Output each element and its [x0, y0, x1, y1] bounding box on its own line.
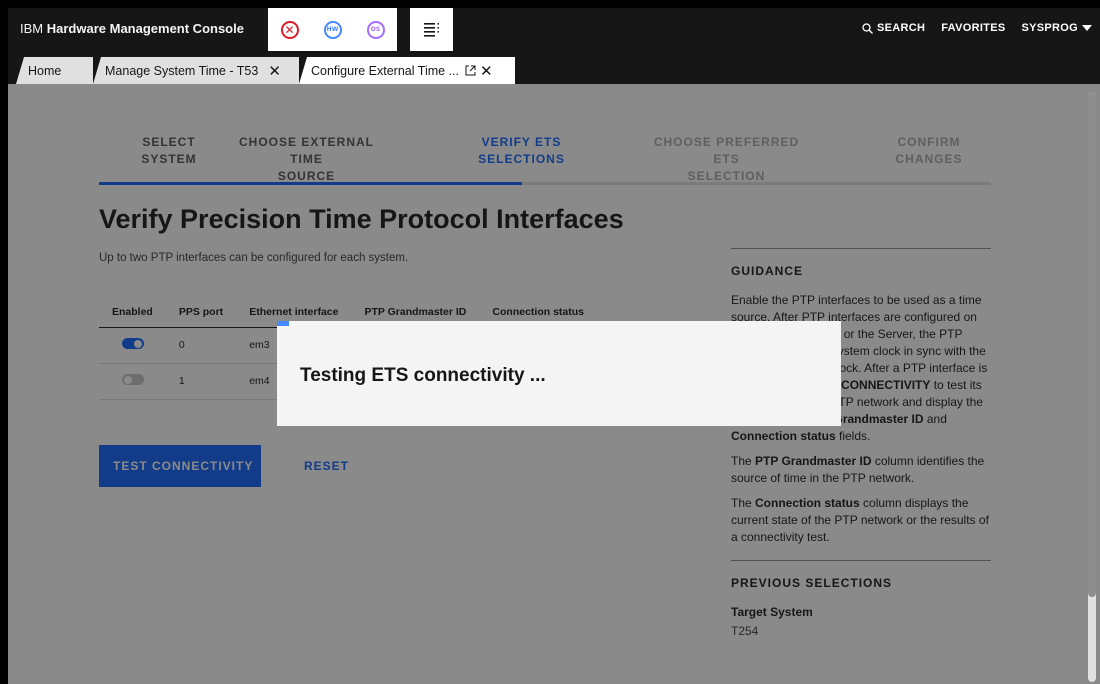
- search-link[interactable]: SEARCH: [862, 22, 925, 34]
- app-brand: IBM Hardware Management Console: [20, 21, 244, 36]
- close-circle-icon: ✕: [280, 20, 299, 39]
- close-icon[interactable]: ✕: [268, 62, 281, 80]
- user-menu[interactable]: SYSPROG: [1021, 22, 1092, 34]
- top-bar: IBM Hardware Management Console ✕ HW OS …: [8, 8, 1100, 51]
- os-icon: OS: [366, 20, 385, 39]
- os-button[interactable]: OS: [354, 8, 397, 51]
- tab-home[interactable]: Home: [16, 57, 93, 84]
- hardware-button[interactable]: HW: [311, 8, 354, 51]
- loading-modal: Testing ETS connectivity ...: [277, 321, 841, 426]
- close-icon[interactable]: ✕: [480, 62, 493, 80]
- loading-message: Testing ETS connectivity ...: [300, 365, 546, 386]
- hardware-icon: HW: [323, 20, 342, 39]
- main-content: SELECTSYSTEM CHOOSE EXTERNAL TIMESOURCE …: [8, 84, 1100, 684]
- tab-bar: Home Manage System Time - T53 ✕ Configur…: [8, 51, 1100, 84]
- brand-name: Hardware Management Console: [46, 21, 244, 36]
- search-icon: [862, 22, 873, 34]
- close-task-button[interactable]: ✕: [268, 8, 311, 51]
- favorites-link[interactable]: FAVORITES: [941, 22, 1005, 34]
- scrollbar-thumb[interactable]: [1088, 92, 1096, 597]
- chevron-down-icon: [1082, 24, 1092, 31]
- brand-prefix: IBM: [20, 21, 44, 36]
- popout-icon[interactable]: [465, 65, 476, 76]
- loading-indicator: [277, 321, 289, 326]
- header-nav: SEARCH FAVORITES SYSPROG: [862, 22, 1092, 34]
- task-list-button[interactable]: [410, 8, 453, 51]
- list-icon: [423, 22, 439, 37]
- tab-configure-external-time[interactable]: Configure External Time ... ✕: [299, 57, 515, 84]
- tab-manage-system-time[interactable]: Manage System Time - T53 ✕: [93, 57, 299, 84]
